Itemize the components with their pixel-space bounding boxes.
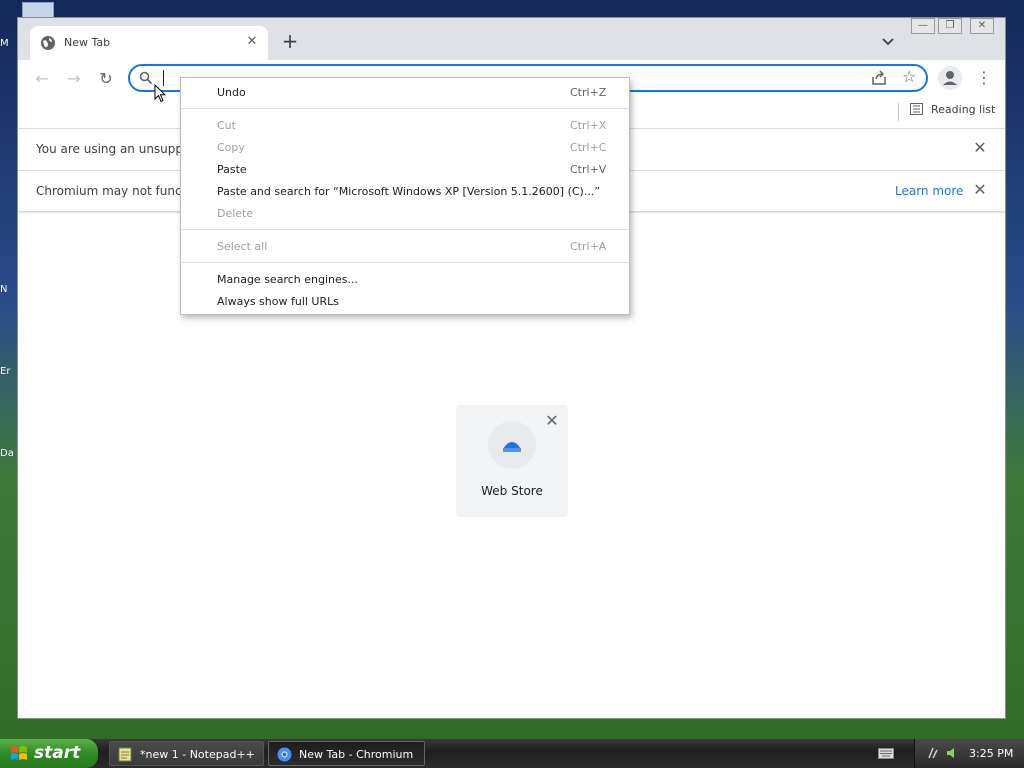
star-icon[interactable]: ☆ (902, 68, 920, 86)
chromium-icon (277, 747, 292, 762)
menu-item-label: Cut (217, 119, 236, 132)
menu-item-label: Paste (217, 163, 247, 176)
menu-item-select-all[interactable]: Select all Ctrl+A (181, 236, 629, 258)
volume-icon[interactable] (945, 746, 959, 760)
start-label: start (34, 743, 81, 763)
close-icon[interactable]: ✕ (972, 182, 988, 198)
menu-item-shortcut: Ctrl+X (570, 119, 607, 132)
close-button[interactable]: ✕ (970, 18, 994, 34)
start-button[interactable]: start (0, 739, 98, 768)
menu-item-label: Undo (217, 86, 246, 99)
menu-item-label: Manage search engines... (217, 273, 358, 286)
menu-icon[interactable]: ⋮ (976, 67, 992, 89)
menu-item-label: Paste and search for “Microsoft Windows … (217, 185, 601, 198)
taskbar-button-label: New Tab - Chromium (299, 748, 414, 761)
reading-list-button[interactable]: Reading list (898, 103, 996, 121)
taskbar-button-notepad[interactable]: *new 1 - Notepad++ (109, 741, 264, 766)
globe-icon (41, 36, 55, 50)
menu-item-delete[interactable]: Delete (181, 203, 629, 225)
desktop-icon-label[interactable]: N (0, 284, 16, 295)
menu-item-label: Select all (217, 240, 268, 253)
taskbar-button-chromium[interactable]: New Tab - Chromium (268, 741, 425, 766)
reload-icon[interactable]: ↻ (95, 68, 117, 90)
menu-separator (181, 262, 629, 263)
context-menu: Undo Ctrl+Z Cut Ctrl+X Copy Ctrl+C Paste… (180, 77, 630, 315)
network-icon[interactable] (927, 746, 941, 760)
windows-logo-icon (11, 746, 27, 760)
menu-item-cut[interactable]: Cut Ctrl+X (181, 115, 629, 137)
taskbar-button-label: *new 1 - Notepad++ (140, 748, 255, 761)
menu-item-shortcut: Ctrl+C (570, 141, 607, 154)
share-icon[interactable] (870, 69, 888, 87)
shortcut-tile-web-store[interactable]: ✕ Web Store (456, 405, 568, 517)
tile-label: Web Store (481, 484, 543, 498)
notepad-icon (118, 747, 132, 762)
close-icon[interactable]: ✕ (972, 140, 988, 156)
menu-item-label: Copy (217, 141, 245, 154)
menu-item-always-show-full-urls[interactable]: Always show full URLs (181, 291, 629, 313)
menu-item-label: Delete (217, 207, 254, 220)
forward-icon[interactable]: → (63, 68, 85, 90)
menu-item-manage-search-engines[interactable]: Manage search engines... (181, 269, 629, 291)
chevron-down-icon[interactable] (878, 31, 898, 51)
tab-new-tab[interactable]: New Tab ✕ (30, 26, 268, 60)
avatar-icon (943, 71, 957, 85)
search-icon (139, 71, 153, 85)
remove-tile-icon[interactable]: ✕ (544, 413, 560, 429)
back-icon[interactable]: ← (31, 68, 53, 90)
reading-list-label: Reading list (931, 103, 996, 116)
menu-item-copy[interactable]: Copy Ctrl+C (181, 137, 629, 159)
system-tray: 3:25 PM (914, 739, 1024, 768)
profile-icon[interactable] (938, 66, 962, 90)
new-tab-button[interactable]: + (280, 31, 300, 51)
desktop-icon-label[interactable]: Er (0, 366, 16, 377)
clock: 3:25 PM (969, 747, 1014, 760)
mouse-cursor-icon (154, 84, 166, 103)
menu-item-undo[interactable]: Undo Ctrl+Z (181, 82, 629, 104)
desktop-icon[interactable] (22, 2, 54, 18)
tab-title: New Tab (64, 36, 111, 49)
learn-more-link[interactable]: Learn more (895, 184, 963, 198)
menu-item-paste-and-search[interactable]: Paste and search for “Microsoft Windows … (181, 181, 629, 203)
minimize-button[interactable]: — (911, 18, 935, 34)
tab-close-icon[interactable]: ✕ (242, 32, 262, 52)
tab-strip: New Tab ✕ + — ❐ ✕ (18, 18, 1005, 60)
keyboard-icon[interactable] (878, 748, 894, 759)
desktop-icon-label[interactable]: Da (0, 448, 16, 459)
web-store-icon (488, 421, 536, 469)
menu-separator (181, 108, 629, 109)
restore-button[interactable]: ❐ (938, 18, 962, 34)
desktop-icon-label[interactable]: M (0, 38, 16, 49)
menu-item-shortcut: Ctrl+V (570, 163, 607, 176)
menu-item-paste[interactable]: Paste Ctrl+V (181, 159, 629, 181)
menu-item-label: Always show full URLs (217, 295, 339, 308)
menu-item-shortcut: Ctrl+Z (570, 86, 607, 99)
menu-separator (181, 229, 629, 230)
reading-list-icon (910, 103, 923, 115)
separator (898, 103, 899, 121)
menu-item-shortcut: Ctrl+A (570, 240, 607, 253)
taskbar: start *new 1 - Notepad++ New Tab - Chrom… (0, 739, 1024, 768)
